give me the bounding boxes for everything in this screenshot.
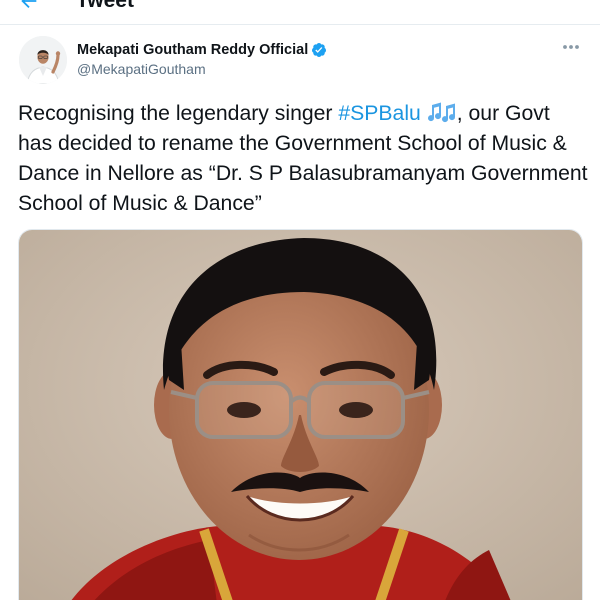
more-options-button[interactable] — [561, 40, 581, 54]
back-arrow-icon — [21, 0, 37, 9]
author-avatar[interactable] — [19, 36, 67, 84]
tweet-page: Tweet Mekapati Goutham Reddy Official @M… — [0, 0, 600, 600]
tweet-text-part-1: Recognising the legendary singer — [18, 102, 339, 125]
more-options-icon — [563, 45, 579, 49]
back-button[interactable] — [18, 0, 40, 12]
verified-badge-icon — [312, 42, 327, 57]
author-display-name[interactable]: Mekapati Goutham Reddy Official — [77, 42, 308, 58]
avatar-image — [19, 36, 67, 84]
top-header: Tweet — [0, 0, 600, 25]
portrait-photo — [19, 230, 582, 600]
hashtag-link[interactable]: #SPBalu — [338, 102, 420, 125]
author-block: Mekapati Goutham Reddy Official @Mekapat… — [77, 40, 327, 77]
page-title: Tweet — [76, 0, 134, 12]
tweet-text: Recognising the legendary singer #SPBalu… — [18, 99, 588, 219]
musical-notes-emoji — [427, 102, 455, 123]
author-handle[interactable]: @MekapatiGoutham — [77, 61, 327, 77]
tweet-photo[interactable] — [18, 229, 583, 600]
